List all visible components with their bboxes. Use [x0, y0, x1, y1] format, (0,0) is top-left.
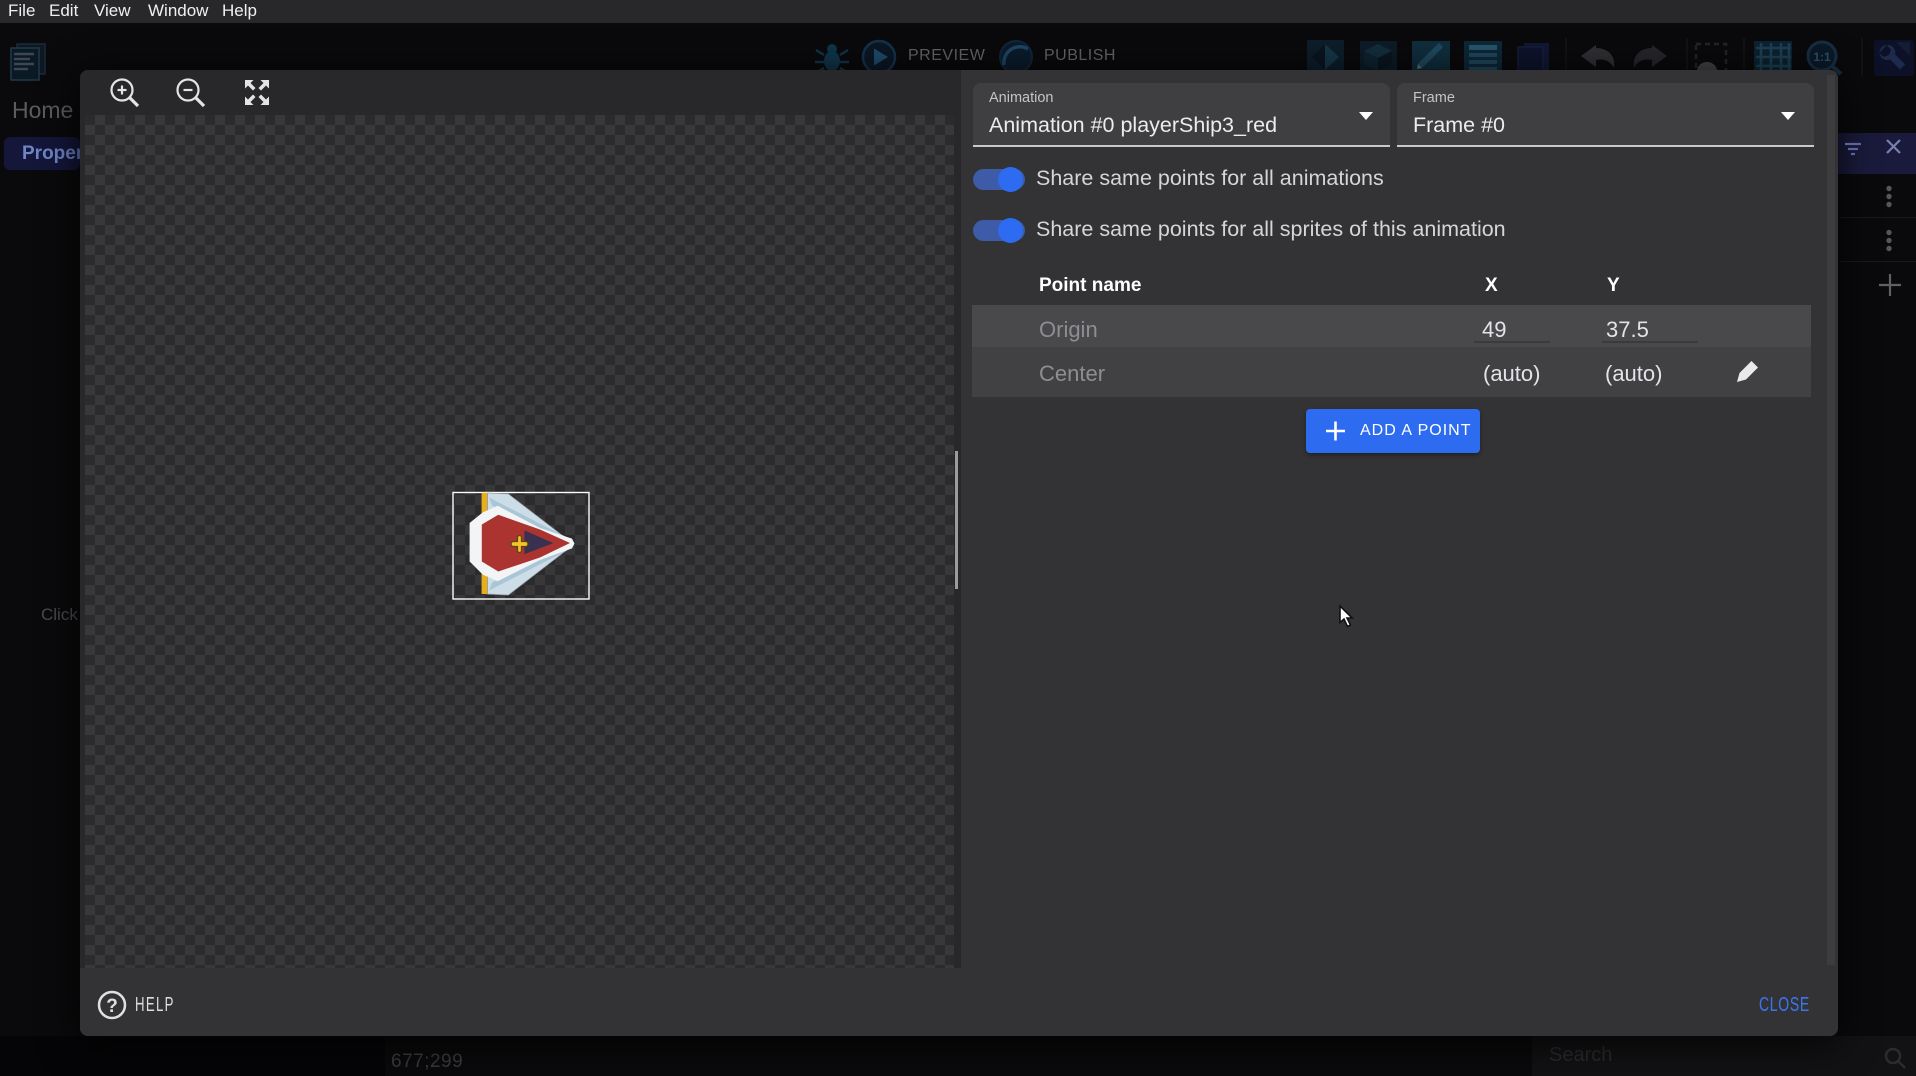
svg-text:?: ? [106, 996, 118, 1017]
